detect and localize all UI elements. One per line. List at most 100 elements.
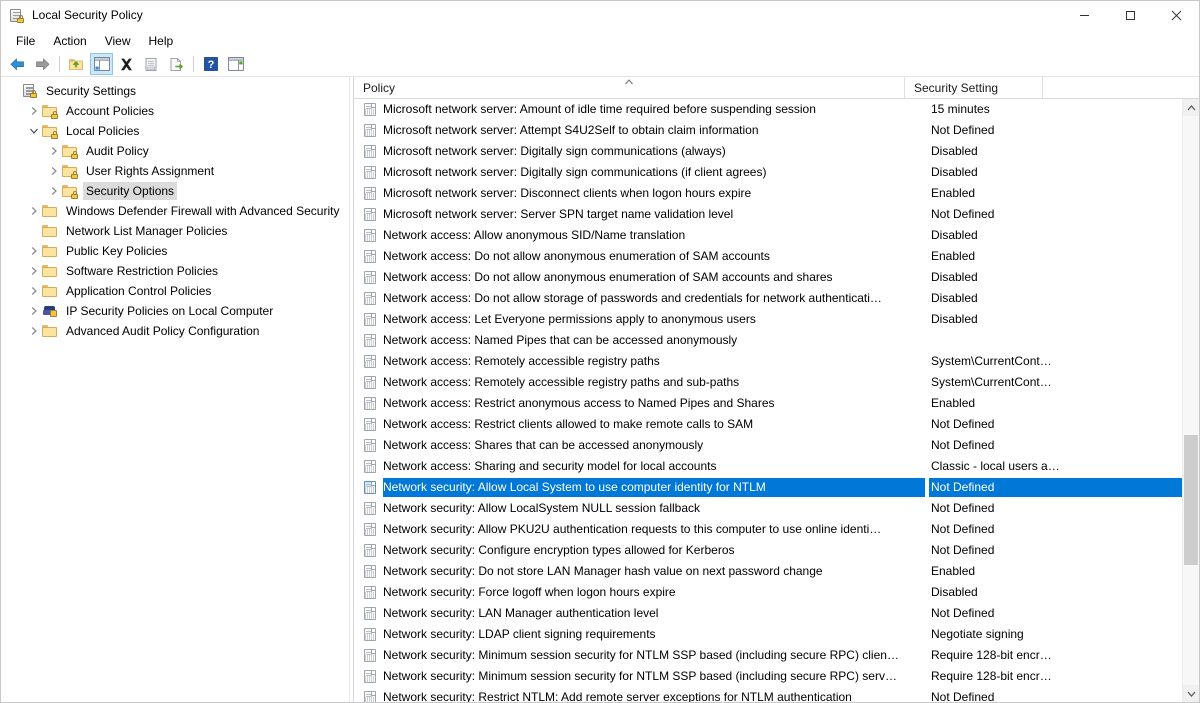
policy-name-cell: Network access: Do not allow anonymous e… — [383, 270, 833, 284]
menu-file[interactable]: File — [7, 31, 44, 52]
table-row[interactable]: Microsoft network server: Server SPN tar… — [354, 204, 1199, 225]
tree-item-label: Public Key Policies — [66, 244, 168, 258]
chevron-right-icon[interactable] — [26, 203, 42, 219]
tree-item-network-list-manager-policies[interactable]: Network List Manager Policies — [1, 221, 349, 241]
tree-item-security-options[interactable]: Security Options — [1, 181, 349, 201]
security-setting-cell: Disabled — [931, 312, 978, 326]
tree-item-label: Windows Defender Firewall with Advanced … — [66, 204, 340, 218]
table-row[interactable]: Network access: Named Pipes that can be … — [354, 330, 1199, 351]
security-setting-cell: Not Defined — [929, 478, 1199, 497]
close-button[interactable] — [1153, 1, 1199, 30]
tree-item-label: Software Restriction Policies — [66, 264, 219, 278]
show-hide-console-tree-icon[interactable] — [90, 53, 113, 75]
up-one-level-icon[interactable] — [65, 53, 88, 75]
table-row[interactable]: Network security: Allow LocalSystem NULL… — [354, 498, 1199, 519]
security-setting-cell: Disabled — [931, 270, 978, 284]
chevron-right-icon[interactable] — [26, 303, 42, 319]
column-header-policy[interactable]: Policy — [354, 77, 905, 98]
table-row[interactable]: Network access: Do not allow anonymous e… — [354, 267, 1199, 288]
menu-view[interactable]: View — [96, 31, 140, 52]
table-row[interactable]: Network security: Minimum session securi… — [354, 666, 1199, 687]
table-row[interactable]: Microsoft network server: Digitally sign… — [354, 141, 1199, 162]
tree-item-user-rights-assignment[interactable]: User Rights Assignment — [1, 161, 349, 181]
policy-name-cell: Network access: Do not allow anonymous e… — [383, 249, 770, 263]
tree-item-ip-security-policies-on-local-computer[interactable]: IP Security Policies on Local Computer — [1, 301, 349, 321]
table-row[interactable]: Network access: Sharing and security mod… — [354, 456, 1199, 477]
menu-action[interactable]: Action — [44, 31, 95, 52]
table-row[interactable]: Network security: Force logoff when logo… — [354, 582, 1199, 603]
tree-item-label: Security Settings — [46, 84, 137, 98]
scroll-down-button[interactable] — [1183, 685, 1199, 702]
policy-name-cell: Network access: Named Pipes that can be … — [383, 333, 738, 347]
tree-item-application-control-policies[interactable]: Application Control Policies — [1, 281, 349, 301]
chevron-right-icon[interactable] — [46, 183, 62, 199]
tree-item-advanced-audit-policy-configuration[interactable]: Advanced Audit Policy Configuration — [1, 321, 349, 341]
tree-item-label: Network List Manager Policies — [66, 224, 228, 238]
forward-icon[interactable] — [31, 53, 54, 75]
twisty-placeholder — [6, 83, 22, 99]
maximize-button[interactable] — [1107, 1, 1153, 30]
properties-icon[interactable] — [140, 53, 163, 75]
column-header-security-setting[interactable]: Security Setting — [905, 77, 1043, 98]
chevron-right-icon[interactable] — [26, 323, 42, 339]
table-row[interactable]: Network access: Do not allow anonymous e… — [354, 246, 1199, 267]
policy-setting-icon — [363, 102, 379, 118]
menu-help[interactable]: Help — [140, 31, 183, 52]
policy-name-cell: Network security: Allow LocalSystem NULL… — [383, 501, 701, 515]
minimize-button[interactable] — [1061, 1, 1107, 30]
table-row[interactable]: Network security: Minimum session securi… — [354, 645, 1199, 666]
chevron-right-icon[interactable] — [26, 283, 42, 299]
scrollbar-thumb[interactable] — [1184, 434, 1198, 566]
chevron-down-icon[interactable] — [26, 123, 42, 139]
export-list-icon[interactable] — [165, 53, 188, 75]
security-setting-cell: Enabled — [931, 186, 976, 200]
tree-item-public-key-policies[interactable]: Public Key Policies — [1, 241, 349, 261]
sort-ascending-icon — [625, 78, 634, 87]
table-row[interactable]: Network security: Configure encryption t… — [354, 540, 1199, 561]
table-row[interactable]: Microsoft network server: Attempt S4U2Se… — [354, 120, 1199, 141]
chevron-right-icon[interactable] — [26, 263, 42, 279]
chevron-right-icon[interactable] — [46, 143, 62, 159]
policy-setting-icon — [363, 627, 379, 643]
table-row[interactable]: Network access: Do not allow storage of … — [354, 288, 1199, 309]
security-setting-cell: Disabled — [931, 585, 978, 599]
help-icon[interactable]: ? — [199, 53, 222, 75]
table-row[interactable]: Network access: Restrict anonymous acces… — [354, 393, 1199, 414]
table-row[interactable]: Network access: Shares that can be acces… — [354, 435, 1199, 456]
table-row[interactable]: Microsoft network server: Digitally sign… — [354, 162, 1199, 183]
table-row[interactable]: Network security: LAN Manager authentica… — [354, 603, 1199, 624]
table-row[interactable]: Network security: LDAP client signing re… — [354, 624, 1199, 645]
security-setting-cell: Not Defined — [931, 501, 995, 515]
table-row[interactable]: Network access: Allow anonymous SID/Name… — [354, 225, 1199, 246]
show-hide-action-pane-icon[interactable] — [224, 53, 247, 75]
table-row[interactable]: Network access: Restrict clients allowed… — [354, 414, 1199, 435]
tree-item-security-settings[interactable]: Security Settings — [1, 81, 349, 101]
security-setting-cell: Not Defined — [931, 543, 995, 557]
table-row[interactable]: Network security: Restrict NTLM: Add rem… — [354, 687, 1199, 702]
vertical-scrollbar[interactable] — [1182, 99, 1199, 702]
table-row[interactable]: Network access: Remotely accessible regi… — [354, 372, 1199, 393]
table-row[interactable]: Network security: Do not store LAN Manag… — [354, 561, 1199, 582]
table-row[interactable]: Network access: Remotely accessible regi… — [354, 351, 1199, 372]
chevron-right-icon[interactable] — [26, 243, 42, 259]
tree-item-windows-defender-firewall-with-advanced-security[interactable]: Windows Defender Firewall with Advanced … — [1, 201, 349, 221]
scroll-up-button[interactable] — [1183, 99, 1199, 116]
scrollbar-track[interactable] — [1183, 116, 1199, 685]
table-row[interactable]: Network security: Allow PKU2U authentica… — [354, 519, 1199, 540]
policy-list: Microsoft network server: Amount of idle… — [354, 99, 1199, 702]
column-header-security-setting-label: Security Setting — [914, 80, 999, 95]
delete-icon[interactable] — [115, 53, 138, 75]
table-row[interactable]: Microsoft network server: Disconnect cli… — [354, 183, 1199, 204]
folder-icon — [42, 203, 58, 219]
chevron-right-icon[interactable] — [26, 103, 42, 119]
tree-item-account-policies[interactable]: Account Policies — [1, 101, 349, 121]
policy-setting-icon — [363, 459, 379, 475]
table-row[interactable]: Network access: Let Everyone permissions… — [354, 309, 1199, 330]
tree-item-local-policies[interactable]: Local Policies — [1, 121, 349, 141]
chevron-right-icon[interactable] — [46, 163, 62, 179]
table-row[interactable]: Microsoft network server: Amount of idle… — [354, 99, 1199, 120]
back-icon[interactable] — [6, 53, 29, 75]
tree-item-software-restriction-policies[interactable]: Software Restriction Policies — [1, 261, 349, 281]
tree-item-audit-policy[interactable]: Audit Policy — [1, 141, 349, 161]
table-row[interactable]: Network security: Allow Local System to … — [354, 477, 1199, 498]
